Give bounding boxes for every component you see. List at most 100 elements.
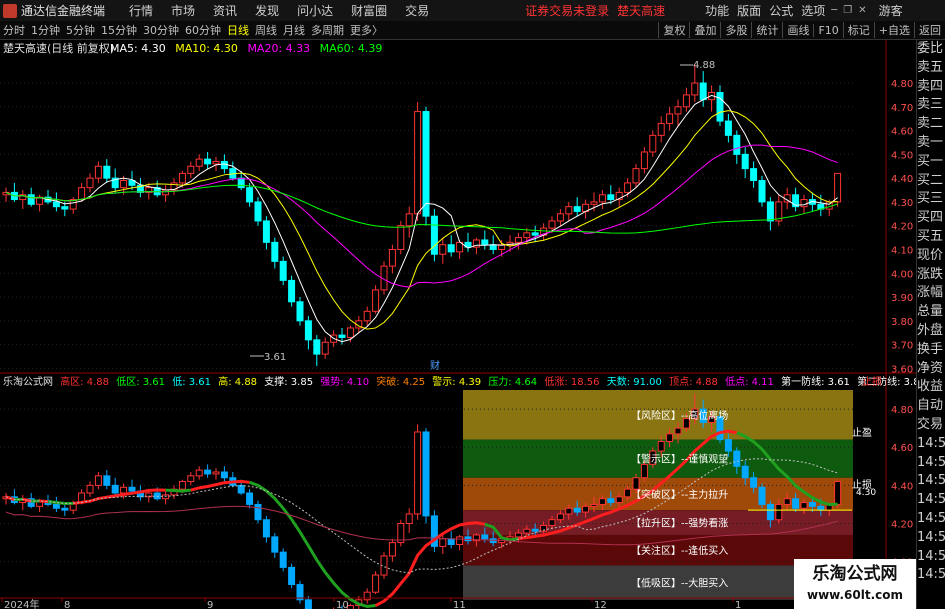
menu-item-right[interactable]: 功能: [705, 2, 729, 19]
price-tick-label: 4.20: [891, 222, 913, 233]
toolbar-button[interactable]: 复权: [658, 22, 689, 38]
restore-icon[interactable]: ❐: [843, 5, 852, 16]
tab-period[interactable]: 30分钟: [140, 22, 182, 38]
tab-period[interactable]: 周线: [252, 22, 280, 38]
tab-period[interactable]: 多周期: [308, 22, 347, 38]
indicator-candle-up: [439, 538, 447, 547]
ma20-label: MA20: 4.33: [247, 42, 310, 55]
candle-down: [52, 201, 60, 208]
price-tick-label: 3.90: [891, 293, 913, 304]
toolbar-button[interactable]: F10: [813, 23, 842, 37]
tab-period[interactable]: 60分钟: [182, 22, 224, 38]
menu-item-right[interactable]: 选项: [801, 2, 825, 19]
candle-up: [590, 201, 598, 205]
toolbar-button[interactable]: 多股: [720, 22, 751, 38]
toolbar-button[interactable]: 标记: [842, 22, 874, 38]
chart-title: 楚天高速(日线 前复权): [3, 41, 114, 55]
indicator-candle-down: [464, 536, 472, 542]
indicator-candle-down: [246, 492, 254, 505]
indicator-candle-down: [447, 538, 455, 545]
tab-period[interactable]: 更多〉: [347, 22, 386, 38]
tab-period-active[interactable]: 日线: [224, 22, 252, 38]
indicator-candle-up: [666, 433, 674, 442]
indicator-candle-up: [456, 536, 464, 545]
candle-down: [313, 339, 321, 355]
indicator-candle-up: [548, 519, 556, 526]
candle-up: [682, 94, 690, 108]
auto-trade-label[interactable]: 交易: [917, 416, 945, 435]
indicator-candle-up: [405, 513, 413, 525]
toolbar-button[interactable]: 画线: [782, 22, 813, 38]
candle-up: [372, 289, 380, 312]
candle-down: [733, 134, 741, 155]
indicator-candle-down: [52, 503, 60, 509]
price-tick-label: 4.70: [891, 103, 913, 114]
close-icon[interactable]: ✕: [858, 5, 866, 16]
user-label[interactable]: 游客: [879, 2, 903, 19]
candle-down: [750, 168, 758, 182]
indicator-right-tag: 止损: [862, 375, 882, 388]
finance-marker[interactable]: 财: [430, 359, 440, 372]
candle-up: [439, 244, 447, 255]
indicator-candle-down: [766, 503, 774, 521]
menu-item-right[interactable]: 版面: [737, 2, 761, 19]
stat-trough: 低点: 4.11: [725, 375, 774, 388]
stat-low: 低: 3.61: [172, 375, 211, 388]
indicator-candle-up: [615, 496, 623, 504]
menu-item[interactable]: 交易: [405, 2, 429, 19]
quote-field-label: 买五: [917, 228, 944, 244]
quote-field-label: 买四: [917, 210, 944, 226]
toolbar-button[interactable]: 返回: [914, 22, 945, 38]
stat-pressure: 压力: 4.64: [488, 375, 537, 388]
menu-item[interactable]: 发现: [255, 2, 279, 19]
price-tick-label: 4.60: [891, 127, 913, 138]
quote-field-label: 收益: [917, 379, 944, 395]
candle-up: [624, 182, 632, 193]
tab-period[interactable]: 5分钟: [63, 22, 98, 38]
indicator-candle-down: [262, 519, 270, 538]
stock-chart[interactable]: 楚天高速(日线 前复权) MA5: 4.30 MA10: 4.30 MA20: …: [0, 40, 916, 609]
indicator-axis: 4.804.604.404.204.00: [891, 405, 913, 569]
login-status-link[interactable]: 证券交易未登录: [525, 2, 609, 19]
candle-down: [271, 241, 279, 262]
quote-field-label: 委比: [917, 41, 944, 56]
auto-trade-label[interactable]: 自动: [917, 397, 945, 416]
stat-low-gain: 低涨: 18.56: [544, 375, 599, 388]
indicator-candle-up: [582, 505, 590, 513]
indicator-candle-down: [204, 469, 212, 475]
tab-period[interactable]: 15分钟: [98, 22, 140, 38]
indicator-candle-down: [808, 502, 816, 507]
menu-item[interactable]: 问小达: [297, 2, 333, 19]
indicator-candle-up: [565, 507, 573, 515]
toolbar-button[interactable]: 叠加: [689, 22, 720, 38]
indicator-candle-up: [624, 488, 632, 498]
ma5-label: MA5: 4.30: [110, 42, 166, 55]
indicator-candle-up: [86, 484, 94, 494]
candle-up: [800, 199, 808, 208]
date-tick-label: 2024年: [4, 598, 39, 609]
menu-item[interactable]: 行情: [129, 2, 153, 19]
stat-first-defense: 第一防线: 3.61: [781, 375, 850, 388]
indicator-candle-down: [792, 498, 800, 509]
candle-up: [666, 113, 674, 124]
candle-down: [766, 201, 774, 222]
date-tick-label: 12: [594, 600, 607, 609]
menu-item[interactable]: 市场: [171, 2, 195, 19]
candle-up: [78, 187, 86, 201]
candle-down: [288, 279, 296, 303]
menu-item[interactable]: 财富圈: [351, 2, 387, 19]
indicator-candle-up: [800, 502, 808, 509]
quote-field-label: 买二: [917, 172, 944, 188]
ma10-line: [5, 110, 838, 330]
tab-period[interactable]: 1分钟: [28, 22, 63, 38]
tick-time: 14:56: [917, 529, 945, 545]
toolbar-button[interactable]: +自选: [873, 22, 914, 38]
tab-period[interactable]: 分时: [0, 22, 28, 38]
tab-period[interactable]: 月线: [280, 22, 308, 38]
candle-up: [649, 134, 657, 153]
toolbar-button[interactable]: 统计: [751, 22, 782, 38]
menu-item[interactable]: 资讯: [213, 2, 237, 19]
minimize-icon[interactable]: ─: [831, 5, 837, 16]
menu-item-right[interactable]: 公式: [769, 2, 793, 19]
indicator-candle-down: [128, 486, 136, 492]
